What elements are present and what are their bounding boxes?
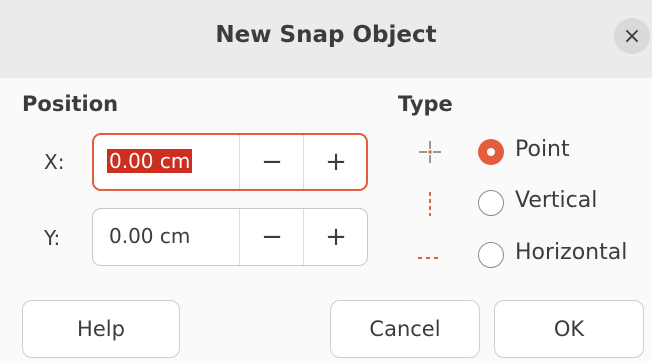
radio-point-label[interactable]: Point (515, 137, 570, 162)
y-spinbox[interactable]: 0.00 cm − + (92, 208, 368, 266)
type-heading: Type (398, 92, 453, 116)
position-heading: Position (22, 92, 119, 116)
snap-vertical-icon (429, 192, 431, 216)
radio-horizontal[interactable] (478, 242, 504, 268)
snap-horizontal-icon (418, 257, 442, 259)
close-icon: × (622, 23, 642, 49)
radio-vertical-label[interactable]: Vertical (515, 188, 597, 213)
x-increment-button[interactable]: + (303, 135, 368, 189)
y-decrement-button[interactable]: − (239, 209, 304, 265)
dialog-title: New Snap Object (215, 22, 437, 48)
x-value-input[interactable]: 0.00 cm (107, 149, 193, 173)
close-button[interactable]: × (614, 18, 650, 54)
help-button[interactable]: Help (22, 300, 180, 358)
radio-horizontal-label[interactable]: Horizontal (515, 240, 627, 265)
radio-vertical[interactable] (478, 190, 504, 216)
x-spinbox[interactable]: 0.00 cm − + (92, 133, 368, 191)
y-increment-button[interactable]: + (303, 209, 368, 265)
cancel-button[interactable]: Cancel (330, 300, 480, 358)
y-label: Y: (44, 226, 61, 250)
ok-button[interactable]: OK (494, 300, 644, 358)
y-value-input[interactable]: 0.00 cm (107, 224, 192, 248)
snap-point-icon (419, 141, 441, 163)
title-bar: New Snap Object × (0, 0, 652, 78)
radio-point[interactable] (478, 139, 504, 165)
x-label: X: (44, 150, 65, 174)
x-decrement-button[interactable]: − (239, 135, 304, 189)
